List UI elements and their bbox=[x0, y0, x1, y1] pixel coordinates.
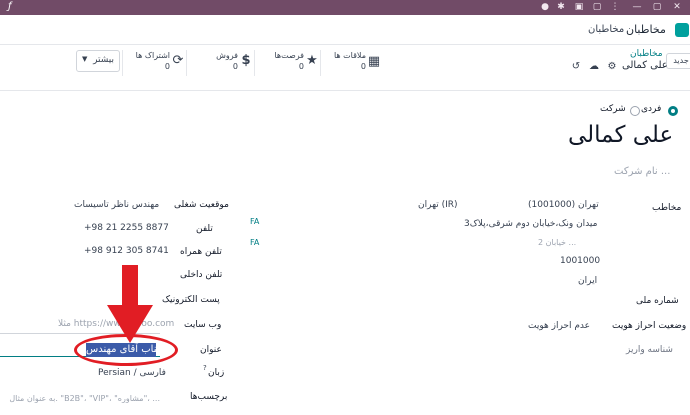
refresh-icon: ⟳ bbox=[172, 53, 184, 68]
cloud-save-icon[interactable]: ☁ bbox=[588, 61, 600, 73]
language-label: زبان bbox=[208, 368, 225, 378]
record-icon[interactable]: ● bbox=[540, 2, 550, 12]
stat-value: 0 bbox=[360, 62, 366, 71]
top-navbar bbox=[0, 15, 690, 45]
phone-label: تلفن bbox=[196, 224, 213, 234]
title-label: عنوان bbox=[200, 345, 222, 355]
deposit-id-label: شناسه واریز bbox=[626, 345, 673, 355]
stat-button-sales[interactable]: فروش 0 $ bbox=[186, 50, 254, 76]
website-label: وب سایت bbox=[184, 320, 222, 330]
stat-label: فروش bbox=[216, 51, 238, 60]
internal-phone-label: تلفن داخلی bbox=[180, 270, 223, 280]
country-field[interactable]: ایران bbox=[578, 276, 597, 286]
breadcrumb-current: علی کمالی bbox=[622, 60, 668, 71]
stat-value: 0 bbox=[298, 62, 304, 71]
email-label: پست الکترونیک bbox=[162, 295, 220, 305]
radio-individual-label[interactable]: فردی bbox=[641, 104, 661, 114]
stat-button-subscriptions[interactable]: اشتراک ها 0 ⟳ bbox=[122, 50, 186, 76]
identity-status-label: وضعیت احراز هویت bbox=[612, 321, 687, 331]
zip-field[interactable]: 1001000 bbox=[560, 256, 600, 266]
mobile-label: تلفن همراه bbox=[180, 247, 222, 257]
system-bar bbox=[0, 0, 690, 15]
bug-icon[interactable]: ✱ bbox=[556, 2, 566, 12]
caret-down-icon: ▼ bbox=[82, 55, 88, 63]
mobile-fa-badge[interactable]: FA bbox=[250, 238, 259, 247]
state-field[interactable]: تهران (IR) bbox=[418, 200, 458, 210]
menu-contacts[interactable]: مخاطبان bbox=[588, 24, 624, 35]
language-field[interactable]: Persian / فارسی bbox=[98, 368, 166, 378]
annotation-arrow bbox=[107, 265, 153, 343]
city-field[interactable]: تهران (1001000) bbox=[528, 200, 599, 210]
stat-value: 0 bbox=[232, 62, 238, 71]
new-button[interactable]: جدید bbox=[666, 53, 690, 69]
tags-field[interactable]: به عنوان مثال. "B2B"، "VIP"، "مشاوره"، .… bbox=[0, 394, 160, 403]
minimize-icon[interactable]: — bbox=[632, 2, 642, 12]
mobile-field[interactable]: +98 912 305 8741 bbox=[84, 246, 169, 256]
phone-fa-badge[interactable]: FA bbox=[250, 217, 259, 226]
more-button-label: بیشتر bbox=[93, 55, 114, 65]
stat-label: ملاقات ها bbox=[333, 51, 366, 60]
stat-button-meetings[interactable]: ملاقات ها 0 ▦ bbox=[320, 50, 382, 76]
dollar-icon: $ bbox=[241, 53, 251, 68]
stat-value: 0 bbox=[164, 62, 170, 71]
star-icon: ★ bbox=[306, 53, 318, 68]
maximize-icon[interactable]: ▢ bbox=[652, 2, 662, 12]
stat-button-opportunities[interactable]: فرصت‌ها 0 ★ bbox=[254, 50, 320, 76]
puzzle-icon[interactable]: ▣ bbox=[574, 2, 584, 12]
close-icon[interactable]: ✕ bbox=[672, 2, 682, 12]
language-help-icon[interactable]: ? bbox=[203, 364, 207, 372]
discard-icon[interactable]: ↺ bbox=[570, 61, 582, 73]
window-title-glyph: ƒ bbox=[8, 1, 12, 12]
stat-label: اشتراک ها bbox=[135, 51, 170, 60]
breadcrumb-parent[interactable]: مخاطبان bbox=[630, 49, 663, 59]
national-id-label: شماره ملی bbox=[636, 296, 679, 306]
tags-label: برچسب‌ها bbox=[190, 392, 228, 402]
app-name[interactable]: مخاطبان bbox=[626, 23, 666, 36]
street-field[interactable]: میدان ونک،خیابان دوم شرقی،پلاک3 bbox=[464, 219, 597, 229]
contact-label: مخاطب bbox=[652, 203, 682, 213]
phone-field[interactable]: +98 21 2255 8877 bbox=[84, 223, 169, 233]
dots-icon[interactable]: ⋮ bbox=[610, 2, 620, 12]
more-button[interactable]: بیشتر ▼ bbox=[76, 50, 120, 72]
company-name-field[interactable]: نام شرکت ... bbox=[614, 166, 670, 177]
radio-company[interactable] bbox=[630, 106, 640, 116]
job-position-field[interactable]: مهندس ناظر تاسیسات bbox=[74, 200, 159, 210]
radio-individual[interactable] bbox=[668, 106, 678, 116]
identity-status-field[interactable]: عدم احراز هویت bbox=[528, 321, 590, 331]
window-icon[interactable]: ▢ bbox=[592, 2, 602, 12]
partner-name-field[interactable]: علی کمالی bbox=[568, 122, 673, 148]
gear-icon[interactable]: ⚙ bbox=[606, 61, 618, 73]
stat-label: فرصت‌ها bbox=[274, 51, 304, 60]
job-position-label: موقعیت شغلی bbox=[174, 200, 229, 210]
calendar-icon: ▦ bbox=[367, 54, 381, 69]
street2-field[interactable]: خیابان 2 ... bbox=[538, 238, 576, 247]
contacts-app-icon[interactable] bbox=[675, 23, 689, 37]
annotation-ellipse bbox=[74, 334, 178, 366]
radio-company-label[interactable]: شرکت bbox=[600, 104, 626, 114]
